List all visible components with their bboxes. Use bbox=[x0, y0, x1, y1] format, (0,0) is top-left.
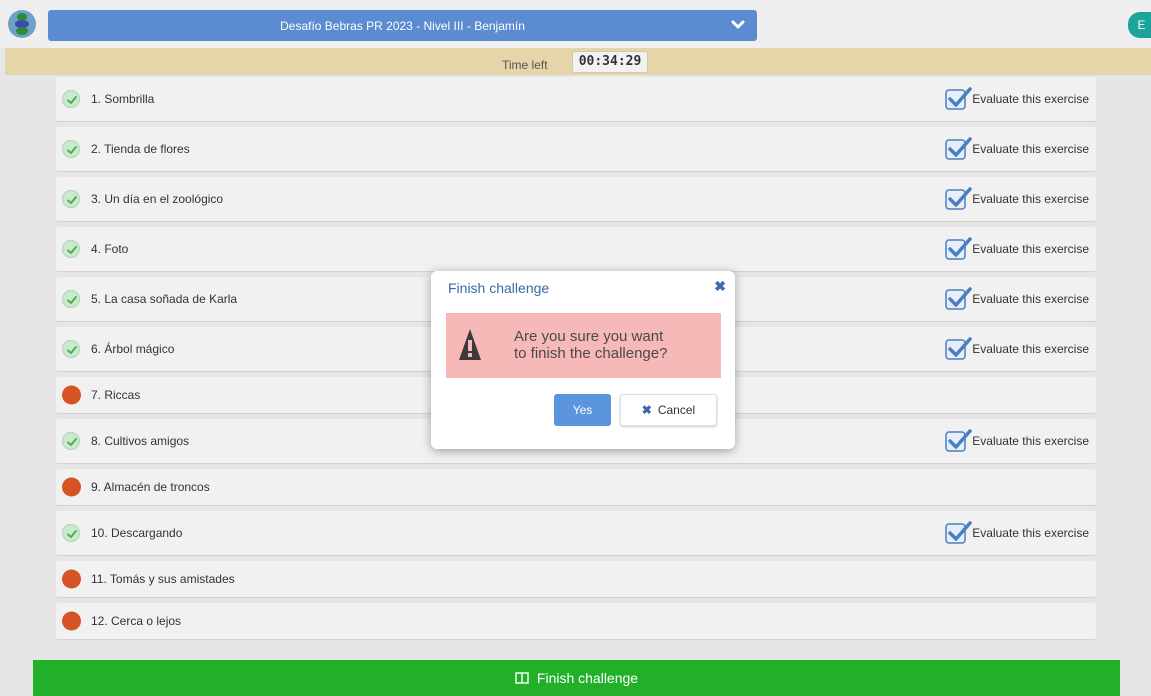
cancel-button[interactable]: ✖ Cancel bbox=[620, 394, 717, 426]
task-name: 8. Cultivos amigos bbox=[91, 434, 190, 448]
evaluate-exercise-checkbox[interactable]: Evaluate this exercise bbox=[945, 87, 1089, 111]
evaluate-label: Evaluate this exercise bbox=[972, 92, 1089, 106]
time-left-value: 00:34:29 bbox=[572, 51, 648, 73]
time-left-label: Time left bbox=[502, 58, 548, 72]
cancel-label: Cancel bbox=[657, 403, 696, 417]
checkbox-checked-icon bbox=[945, 237, 973, 260]
completed-check-icon bbox=[62, 340, 80, 358]
evaluate-label: Evaluate this exercise bbox=[972, 526, 1089, 540]
alert-message-line1: Are you sure you want bbox=[514, 328, 664, 345]
evaluate-label: Evaluate this exercise bbox=[972, 142, 1089, 156]
completed-check-icon bbox=[62, 140, 80, 158]
completed-check-icon bbox=[62, 90, 80, 108]
task-row[interactable]: 1. Sombrilla Evaluate this exercise bbox=[56, 77, 1096, 122]
bebras-logo-icon[interactable] bbox=[8, 10, 36, 38]
checkbox-checked-icon bbox=[945, 87, 973, 110]
task-row[interactable]: 3. Un día en el zoológico Evaluate this e… bbox=[56, 177, 1096, 222]
evaluate-label: Evaluate this exercise bbox=[972, 292, 1089, 306]
checkbox-checked-icon bbox=[945, 337, 973, 360]
checkbox-checked-icon bbox=[945, 287, 973, 310]
pending-status-icon bbox=[62, 611, 81, 631]
finish-challenge-dialog: Finish challenge ✖ Are you sure you want… bbox=[431, 271, 735, 449]
dialog-title: Finish challenge bbox=[448, 280, 550, 296]
evaluate-exercise-checkbox[interactable]: Evaluate this exercise bbox=[945, 429, 1089, 453]
cancel-x-icon: ✖ bbox=[641, 403, 652, 417]
task-name: 12. Cerca o lejos bbox=[91, 614, 182, 628]
evaluate-exercise-checkbox[interactable]: Evaluate this exercise bbox=[945, 237, 1089, 261]
top-bar: Desafío Bebras PR 2023 - Nivel III - Ben… bbox=[0, 0, 1151, 48]
evaluate-exercise-checkbox[interactable]: Evaluate this exercise bbox=[945, 287, 1089, 311]
task-name: 5. La casa soñada de Karla bbox=[91, 292, 238, 306]
evaluate-exercise-checkbox[interactable]: Evaluate this exercise bbox=[945, 137, 1089, 161]
task-name: 10. Descargando bbox=[91, 526, 183, 540]
evaluate-exercise-checkbox[interactable]: Evaluate this exercise bbox=[945, 521, 1089, 545]
evaluate-label: Evaluate this exercise bbox=[972, 342, 1089, 356]
finish-challenge-label: Finish challenge bbox=[536, 670, 639, 686]
completed-check-icon bbox=[62, 240, 80, 258]
checkbox-checked-icon bbox=[945, 429, 973, 452]
completed-check-icon bbox=[62, 524, 80, 542]
completed-check-icon bbox=[62, 290, 80, 308]
completed-check-icon bbox=[62, 432, 80, 450]
user-avatar[interactable]: E bbox=[1128, 12, 1151, 38]
task-name: 1. Sombrilla bbox=[91, 92, 155, 106]
warning-icon bbox=[459, 329, 481, 360]
close-icon[interactable]: ✖ bbox=[714, 278, 726, 295]
task-row[interactable]: 10. Descargando Evaluate this exercise bbox=[56, 511, 1096, 556]
timer-bar: Time left 00:34:29 bbox=[5, 48, 1151, 75]
pending-status-icon bbox=[62, 569, 81, 589]
contest-title: Desafío Bebras PR 2023 - Nivel III - Ben… bbox=[280, 18, 525, 33]
checkbox-checked-icon bbox=[945, 137, 973, 160]
warning-alert: Are you sure you want to finish the chal… bbox=[446, 313, 721, 378]
yes-button[interactable]: Yes bbox=[554, 394, 611, 426]
evaluate-label: Evaluate this exercise bbox=[972, 192, 1089, 206]
alert-message-line2: to finish the challenge? bbox=[514, 345, 668, 362]
checkbox-checked-icon bbox=[945, 521, 973, 544]
task-name: 9. Almacén de troncos bbox=[91, 480, 210, 494]
task-row[interactable]: 9. Almacén de troncos bbox=[56, 469, 1096, 506]
task-row[interactable]: 4. Foto Evaluate this exercise bbox=[56, 227, 1096, 272]
evaluate-exercise-checkbox[interactable]: Evaluate this exercise bbox=[945, 337, 1089, 361]
pending-status-icon bbox=[62, 385, 81, 405]
task-name: 11. Tomás y sus amistades bbox=[91, 572, 235, 586]
task-name: 7. Riccas bbox=[91, 388, 141, 402]
task-name: 4. Foto bbox=[91, 242, 129, 256]
task-name: 2. Tienda de flores bbox=[91, 142, 190, 156]
task-row[interactable]: 2. Tienda de flores Evaluate this exercis… bbox=[56, 127, 1096, 172]
evaluate-exercise-checkbox[interactable]: Evaluate this exercise bbox=[945, 187, 1089, 211]
book-icon bbox=[515, 672, 529, 684]
checkbox-checked-icon bbox=[945, 187, 973, 210]
chevron-down-icon bbox=[731, 20, 745, 29]
task-name: 6. Árbol mágico bbox=[91, 342, 175, 356]
task-row[interactable]: 11. Tomás y sus amistades bbox=[56, 561, 1096, 598]
finish-challenge-button[interactable]: Finish challenge bbox=[33, 660, 1120, 696]
task-row[interactable]: 12. Cerca o lejos bbox=[56, 603, 1096, 640]
evaluate-label: Evaluate this exercise bbox=[972, 434, 1089, 448]
contest-select[interactable]: Desafío Bebras PR 2023 - Nivel III - Ben… bbox=[48, 10, 757, 41]
pending-status-icon bbox=[62, 477, 81, 497]
completed-check-icon bbox=[62, 190, 80, 208]
task-name: 3. Un día en el zoológico bbox=[91, 192, 224, 206]
evaluate-label: Evaluate this exercise bbox=[972, 242, 1089, 256]
